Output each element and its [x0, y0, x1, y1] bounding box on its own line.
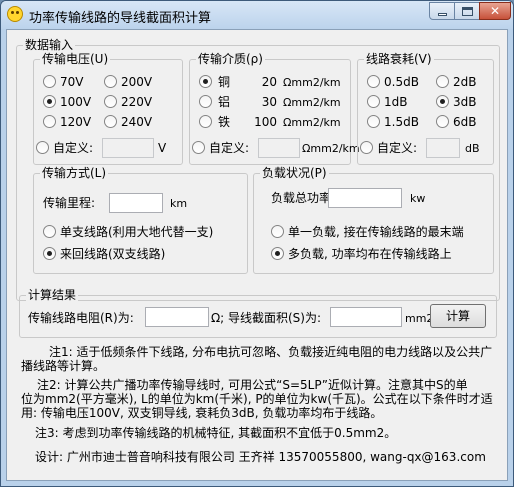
attenuation-label-1db: 1dB [384, 95, 408, 109]
title-bar[interactable]: 功率传输线路的导线截面积计算 ✕ [1, 1, 513, 29]
attenuation-label-2db: 2dB [453, 75, 477, 89]
voltage-radio-70[interactable] [43, 75, 56, 88]
medium-unit-aluminum: Ωmm2/km [283, 96, 341, 109]
maximize-button[interactable] [454, 2, 480, 20]
minimize-button[interactable] [429, 2, 455, 20]
note1-line2: 播线路等计算。 [21, 359, 106, 373]
medium-unit-iron: Ωmm2/km [283, 116, 341, 129]
medium-radio-iron[interactable] [199, 115, 212, 128]
results-title: 计算结果 [26, 288, 79, 302]
medium-title: 传输介质(ρ) [196, 52, 265, 66]
method-label-single: 单支线路(利用大地代替一支) [60, 225, 214, 239]
client-area: 数据输入 传输电压(U) 70V 200V 100V 220V 120V 240… [6, 29, 508, 481]
note2-line3: 用: 传输电压100V, 双支铜导线, 衰耗负3dB, 负载功率均布于线路。 [21, 406, 383, 420]
voltage-radio-120[interactable] [43, 115, 56, 128]
load-title: 负载状况(P) [260, 166, 329, 180]
medium-unit-copper: Ωmm2/km [283, 76, 341, 89]
attenuation-title: 线路衰耗(V) [364, 52, 434, 66]
data-input-title: 数据输入 [23, 38, 76, 52]
voltage-label-240: 240V [121, 115, 153, 129]
medium-radio-custom[interactable] [192, 141, 205, 154]
load-radio-multi[interactable] [271, 247, 284, 260]
voltage-radio-100[interactable] [43, 95, 56, 108]
note2-line2: 位为mm2(平方毫米), L的单位为km(千米), P的单位为kw(千瓦)。公式… [21, 392, 493, 406]
calculate-button[interactable]: 计算 [430, 304, 486, 328]
power-label: 负载总功率: [271, 191, 336, 205]
voltage-label-220: 220V [121, 95, 153, 109]
smiley-app-icon [7, 6, 23, 22]
medium-radio-copper[interactable] [199, 75, 212, 88]
area-output[interactable] [330, 307, 402, 327]
load-label-multi: 多负载, 功率均布在传输线路上 [288, 247, 452, 261]
note3: 注3: 考虑到功率传输线路的机械特征, 其截面积不宜低于0.5mm2。 [35, 426, 397, 440]
medium-name-iron: 铁 [218, 115, 231, 129]
attenuation-radio-0-5db[interactable] [367, 75, 380, 88]
voltage-unit: V [158, 141, 167, 155]
close-button[interactable]: ✕ [479, 2, 511, 20]
load-radio-single[interactable] [271, 225, 284, 238]
designer-credit: 设计: 广州市迪士普音响科技有限公司 王齐祥 13570055800, wang… [35, 450, 486, 464]
data-input-group: 数据输入 传输电压(U) 70V 200V 100V 220V 120V 240… [16, 38, 500, 301]
voltage-custom-input[interactable] [102, 138, 154, 158]
voltage-group: 传输电压(U) 70V 200V 100V 220V 120V 240V 自定义… [33, 52, 183, 165]
medium-custom-unit: Ωmm2/km [302, 142, 360, 155]
window-title: 功率传输线路的导线截面积计算 [29, 11, 212, 26]
attenuation-radio-1-5db[interactable] [367, 115, 380, 128]
attenuation-group: 线路衰耗(V) 0.5dB 2dB 1dB 3dB 1.5dB 6dB 自定义:… [357, 52, 494, 165]
attenuation-radio-3db[interactable] [436, 95, 449, 108]
voltage-label-100: 100V [60, 95, 92, 109]
note2-line1: 注2: 计算公共广播功率传输导线时, 可用公式“S=5LP”近似计算。注意其中S… [37, 378, 468, 392]
attenuation-label-0-5db: 0.5dB [384, 75, 419, 89]
voltage-custom-label: 自定义: [53, 141, 94, 155]
results-group: 计算结果 传输线路电阻(R)为: Ω; 导线截面积(S)为: mm2 计算 [19, 288, 497, 338]
attenuation-custom-unit: dB [465, 142, 480, 155]
method-title: 传输方式(L) [40, 166, 109, 180]
resistance-unit: Ω; [211, 311, 225, 325]
attenuation-label-3db: 3dB [453, 95, 477, 109]
medium-custom-label: 自定义: [209, 141, 250, 155]
voltage-radio-custom[interactable] [36, 141, 49, 154]
resistance-label: 传输线路电阻(R)为: [28, 311, 134, 325]
note1-line1: 注1: 适于低频条件下线路, 分布电抗可忽略、负载接近纯电阻的电力线路以及公共广 [49, 345, 493, 359]
voltage-label-200: 200V [121, 75, 153, 89]
attenuation-custom-input[interactable] [426, 138, 460, 158]
voltage-radio-220[interactable] [104, 95, 117, 108]
method-group: 传输方式(L) 传输里程: km 单支线路(利用大地代替一支) 来回线路(双支线… [33, 166, 248, 274]
medium-custom-input[interactable] [258, 138, 300, 158]
load-label-single: 单一负载, 接在传输线路的最末端 [288, 225, 464, 239]
medium-radio-aluminum[interactable] [199, 95, 212, 108]
load-group: 负载状况(P) 负载总功率: kw 单一负载, 接在传输线路的最末端 多负载, … [253, 166, 494, 274]
area-label: 导线截面积(S)为: [228, 311, 322, 325]
attenuation-label-6db: 6dB [453, 115, 477, 129]
close-icon: ✕ [489, 4, 501, 18]
voltage-label-70: 70V [60, 75, 84, 89]
resistance-output[interactable] [145, 307, 209, 327]
medium-value-iron: 100 [254, 115, 277, 129]
medium-value-aluminum: 30 [261, 95, 277, 109]
medium-group: 传输介质(ρ) 铜 20 Ωmm2/km 铝 30 Ωmm2/km 铁 100 … [189, 52, 360, 165]
voltage-label-120: 120V [60, 115, 92, 129]
attenuation-radio-custom[interactable] [360, 141, 373, 154]
app-window: 功率传输线路的导线截面积计算 ✕ 数据输入 传输电压(U) 70V 200V 1… [0, 0, 514, 487]
voltage-radio-200[interactable] [104, 75, 117, 88]
voltage-title: 传输电压(U) [40, 52, 111, 66]
power-input[interactable] [328, 188, 402, 208]
method-radio-double[interactable] [43, 247, 56, 260]
attenuation-radio-2db[interactable] [436, 75, 449, 88]
voltage-radio-240[interactable] [104, 115, 117, 128]
attenuation-radio-6db[interactable] [436, 115, 449, 128]
method-label-double: 来回线路(双支线路) [60, 247, 166, 261]
attenuation-radio-1db[interactable] [367, 95, 380, 108]
power-unit: kw [410, 192, 426, 205]
distance-unit: km [170, 197, 188, 210]
method-radio-single[interactable] [43, 225, 56, 238]
attenuation-custom-label: 自定义: [377, 141, 418, 155]
medium-name-aluminum: 铝 [218, 95, 231, 109]
distance-input[interactable] [109, 193, 163, 213]
medium-value-copper: 20 [261, 75, 277, 89]
distance-label: 传输里程: [43, 196, 96, 210]
attenuation-label-1-5db: 1.5dB [384, 115, 419, 129]
medium-name-copper: 铜 [218, 75, 231, 89]
